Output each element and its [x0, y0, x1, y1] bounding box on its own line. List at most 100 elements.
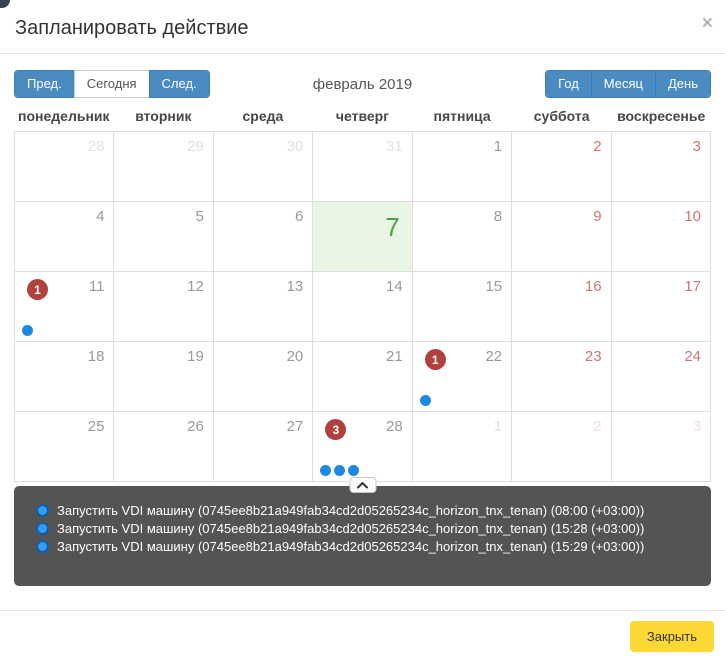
- day-number: 30: [287, 138, 304, 155]
- day-number: 25: [88, 418, 105, 435]
- day-number: 19: [187, 348, 204, 365]
- event-item[interactable]: Запустить VDI машину (0745ee8b21a949fab3…: [36, 519, 701, 537]
- calendar-day-cell[interactable]: 3: [612, 132, 711, 202]
- calendar-day-cell[interactable]: 14: [313, 272, 412, 342]
- day-number: 3: [693, 138, 701, 155]
- calendar-day-cell[interactable]: 13: [214, 272, 313, 342]
- calendar-day-cell[interactable]: 26: [114, 412, 213, 482]
- close-icon[interactable]: ×: [702, 14, 713, 33]
- event-text: Запустить VDI машину (0745ee8b21a949fab3…: [57, 539, 644, 554]
- event-dot-icon: [320, 465, 331, 476]
- modal-body: Пред. Сегодня След. февраль 2019 Год Мес…: [0, 54, 725, 586]
- collapse-events-button[interactable]: [349, 477, 376, 493]
- calendar-day-cell[interactable]: 6: [214, 202, 313, 272]
- weekday-header: пятница: [412, 108, 512, 124]
- modal-header: Запланировать действие ×: [0, 0, 725, 54]
- calendar-day-cell[interactable]: 111: [15, 272, 114, 342]
- day-number: 22: [485, 348, 502, 365]
- calendar-day-cell[interactable]: 7: [313, 202, 412, 272]
- calendar-day-cell[interactable]: 1 22: [413, 342, 512, 412]
- calendar-day-cell[interactable]: 30: [214, 132, 313, 202]
- day-number: 9: [593, 208, 601, 225]
- calendar-day-cell[interactable]: 10: [612, 202, 711, 272]
- day-number: 12: [187, 278, 204, 295]
- day-number: 2: [593, 138, 601, 155]
- calendar-day-cell[interactable]: 16: [512, 272, 611, 342]
- calendar-day-cell[interactable]: 23: [512, 342, 611, 412]
- day-number: 24: [684, 348, 701, 365]
- calendar-day-cell[interactable]: 19: [114, 342, 213, 412]
- calendar-day-cell[interactable]: 31: [313, 132, 412, 202]
- event-dot-icon: [348, 465, 359, 476]
- calendar-day-cell[interactable]: 12: [114, 272, 213, 342]
- event-dots: [420, 395, 431, 406]
- day-number: 10: [684, 208, 701, 225]
- calendar-day-cell[interactable]: 25: [15, 412, 114, 482]
- day-number: 26: [187, 418, 204, 435]
- calendar-grid: 2829303112345678910111121314151617181920…: [14, 131, 711, 482]
- day-number: 23: [585, 348, 602, 365]
- event-item[interactable]: Запустить VDI машину (0745ee8b21a949fab3…: [36, 537, 701, 555]
- calendar-day-cell[interactable]: 29: [114, 132, 213, 202]
- event-text: Запустить VDI машину (0745ee8b21a949fab3…: [57, 503, 644, 518]
- day-number: 7: [385, 212, 399, 243]
- calendar-toolbar: Пред. Сегодня След. февраль 2019 Год Мес…: [14, 70, 711, 98]
- year-view-button[interactable]: Год: [545, 70, 592, 98]
- modal-title: Запланировать действие: [15, 17, 710, 40]
- events-panel: Запустить VDI машину (0745ee8b21a949fab3…: [14, 486, 711, 586]
- day-number: 11: [89, 278, 105, 295]
- day-number: 28: [386, 418, 403, 435]
- weekday-header: четверг: [313, 108, 413, 124]
- calendar-day-cell[interactable]: 2: [512, 412, 611, 482]
- calendar-day-cell[interactable]: 1: [413, 132, 512, 202]
- weekday-header: суббота: [512, 108, 612, 124]
- weekday-header: вторник: [114, 108, 214, 124]
- month-view-button[interactable]: Месяц: [591, 70, 656, 98]
- weekday-header-row: понедельниквторниксредачетвергпятницасуб…: [14, 102, 711, 131]
- calendar-day-cell[interactable]: 24: [612, 342, 711, 412]
- day-number: 17: [684, 278, 701, 295]
- day-number: 29: [187, 138, 204, 155]
- event-dot-icon: [22, 325, 33, 336]
- calendar-day-cell[interactable]: 5: [114, 202, 213, 272]
- calendar-day-cell[interactable]: 15: [413, 272, 512, 342]
- calendar-day-cell[interactable]: 21: [313, 342, 412, 412]
- calendar-day-cell[interactable]: 1: [413, 412, 512, 482]
- calendar-day-cell[interactable]: 3: [612, 412, 711, 482]
- schedule-action-modal: Запланировать действие × Пред. Сегодня С…: [0, 0, 725, 662]
- calendar-day-cell[interactable]: 2: [512, 132, 611, 202]
- calendar-day-cell[interactable]: 328: [313, 412, 412, 482]
- weekday-header: воскресенье: [611, 108, 711, 124]
- event-dots: [22, 325, 33, 336]
- calendar-day-cell[interactable]: 18: [15, 342, 114, 412]
- event-bullet-icon: [36, 504, 49, 517]
- day-number: 31: [386, 138, 403, 155]
- calendar-day-cell[interactable]: 17: [612, 272, 711, 342]
- close-button[interactable]: Закрыть: [630, 621, 714, 652]
- event-count-badge: 1: [425, 349, 446, 370]
- day-number: 6: [295, 208, 303, 225]
- calendar-day-cell[interactable]: 27: [214, 412, 313, 482]
- day-number: 27: [287, 418, 304, 435]
- day-number: 15: [485, 278, 502, 295]
- weekday-header: понедельник: [14, 108, 114, 124]
- day-number: 14: [386, 278, 403, 295]
- calendar-day-cell[interactable]: 28: [15, 132, 114, 202]
- event-dot-icon: [334, 465, 345, 476]
- event-count-badge: 1: [27, 279, 48, 300]
- day-view-button[interactable]: День: [655, 70, 711, 98]
- event-bullet-icon: [36, 522, 49, 535]
- day-number: 20: [287, 348, 304, 365]
- calendar-day-cell[interactable]: 4: [15, 202, 114, 272]
- calendar-day-cell[interactable]: 8: [413, 202, 512, 272]
- day-number: 3: [693, 418, 701, 435]
- event-dots: [320, 465, 359, 476]
- chevron-up-icon: [357, 481, 369, 489]
- calendar-day-cell[interactable]: 20: [214, 342, 313, 412]
- event-item[interactable]: Запустить VDI машину (0745ee8b21a949fab3…: [36, 501, 701, 519]
- day-number: 28: [88, 138, 105, 155]
- calendar-day-cell[interactable]: 9: [512, 202, 611, 272]
- event-text: Запустить VDI машину (0745ee8b21a949fab3…: [57, 521, 644, 536]
- day-number: 5: [196, 208, 204, 225]
- events-list: Запустить VDI машину (0745ee8b21a949fab3…: [36, 501, 701, 555]
